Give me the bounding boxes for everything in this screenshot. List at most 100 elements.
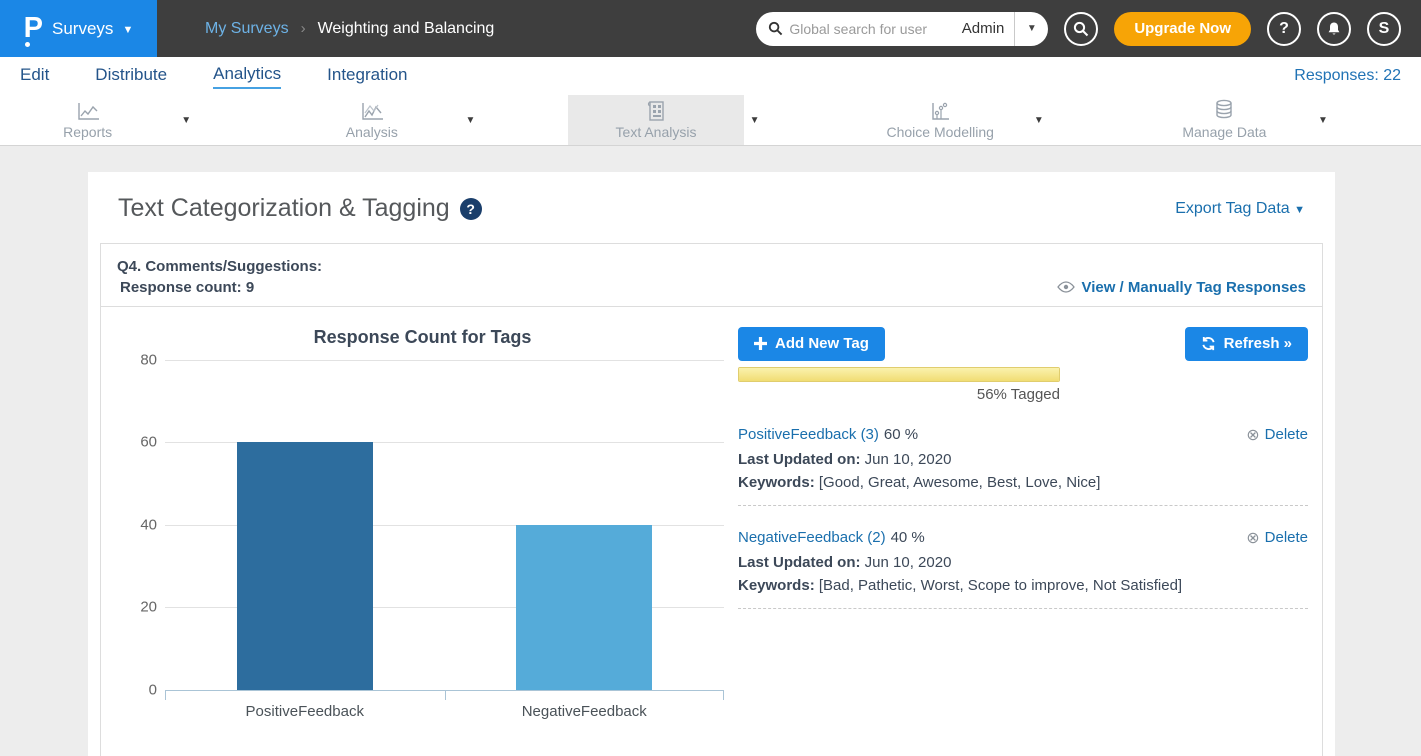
database-icon <box>1212 100 1236 122</box>
advanced-search-button[interactable] <box>1064 12 1098 46</box>
chevron-down-icon: ▼ <box>122 24 133 36</box>
tag-name-link[interactable]: NegativeFeedback (2) <box>738 529 886 546</box>
search-icon <box>768 21 783 36</box>
y-axis-tick: 20 <box>140 599 157 616</box>
response-count: Response count: 9 <box>117 279 322 296</box>
tag-keywords: Keywords: [Good, Great, Awesome, Best, L… <box>738 474 1308 491</box>
subnav-analysis-label: Analysis <box>346 124 398 140</box>
add-new-tag-button[interactable]: Add New Tag <box>738 327 885 361</box>
subnav-manage-data[interactable]: Manage Data <box>1137 95 1312 145</box>
text-analysis-dropdown-icon[interactable]: ▼ <box>744 95 766 145</box>
subnav-text-analysis[interactable]: Text Analysis <box>568 95 743 145</box>
y-axis-tick: 60 <box>140 434 157 451</box>
y-axis-tick: 0 <box>149 681 157 698</box>
questionpro-logo-icon: P <box>24 14 43 43</box>
tagged-progress-bar <box>738 367 1060 382</box>
help-button[interactable]: ? <box>1267 12 1301 46</box>
product-name: Surveys <box>52 19 113 39</box>
analysis-chart-icon <box>359 100 385 122</box>
subnav-reports[interactable]: Reports <box>0 95 175 145</box>
tag-keywords: Keywords: [Bad, Pathetic, Worst, Scope t… <box>738 577 1308 594</box>
analysis-dropdown-icon[interactable]: ▼ <box>459 95 481 145</box>
search-scope-label: Admin <box>958 20 1015 37</box>
reports-dropdown-icon[interactable]: ▼ <box>175 95 197 145</box>
view-manually-tag-link[interactable]: View / Manually Tag Responses <box>1057 279 1306 296</box>
panel-header: Text Categorization & Tagging ? Export T… <box>88 172 1335 243</box>
subnav-choice-modelling-label: Choice Modelling <box>887 124 994 140</box>
eye-icon <box>1057 281 1075 293</box>
tag-percent: 60 % <box>884 426 918 443</box>
product-switcher[interactable]: P Surveys ▼ <box>0 0 157 57</box>
subnav-analysis[interactable]: Analysis <box>284 95 459 145</box>
help-tooltip-icon[interactable]: ? <box>460 198 482 220</box>
tag-name-link[interactable]: PositiveFeedback (3) <box>738 426 879 443</box>
bar-NegativeFeedback[interactable] <box>516 525 652 690</box>
chevron-down-icon: ▼ <box>1294 204 1305 216</box>
header-actions: Admin ▼ Upgrade Now ? S <box>756 0 1421 57</box>
circled-x-icon: ⊗ <box>1246 528 1259 548</box>
delete-tag-button[interactable]: ⊗ Delete <box>1246 528 1308 548</box>
tagged-progress-fill <box>739 368 1059 381</box>
bar-PositiveFeedback[interactable] <box>237 442 373 690</box>
tag-updated: Last Updated on: Jun 10, 2020 <box>738 554 1308 571</box>
refresh-button[interactable]: Refresh » <box>1185 327 1308 361</box>
delete-tag-button[interactable]: ⊗ Delete <box>1246 425 1308 445</box>
tag-percent: 40 % <box>891 529 925 546</box>
user-avatar[interactable]: S <box>1367 12 1401 46</box>
tab-edit[interactable]: Edit <box>20 65 49 88</box>
bell-icon <box>1326 21 1342 37</box>
bar-chart: Response Count for Tags 020406080 Positi… <box>121 321 724 720</box>
avatar-letter: S <box>1379 20 1390 38</box>
question-title: Q4. Comments/Suggestions: <box>117 256 322 279</box>
export-tag-data-button[interactable]: Export Tag Data ▼ <box>1175 200 1305 218</box>
subnav-text-analysis-label: Text Analysis <box>616 124 697 140</box>
subnav-choice-modelling[interactable]: Choice Modelling <box>853 95 1028 145</box>
breadcrumb-separator-icon: › <box>301 20 306 37</box>
document-grid-icon <box>645 100 667 122</box>
search-input[interactable] <box>783 21 957 37</box>
plus-icon <box>754 337 767 350</box>
scatter-chart-icon <box>927 100 953 122</box>
responses-count[interactable]: Responses: 22 <box>1294 67 1401 85</box>
x-axis-label: PositiveFeedback <box>165 691 445 720</box>
tab-analytics[interactable]: Analytics <box>213 64 281 89</box>
gridline <box>165 360 724 361</box>
chart-xlabels: PositiveFeedbackNegativeFeedback <box>165 691 724 720</box>
tab-distribute[interactable]: Distribute <box>95 65 167 88</box>
breadcrumb: My Surveys › Weighting and Balancing <box>205 0 494 57</box>
subnav-reports-label: Reports <box>63 124 112 140</box>
x-axis-label: NegativeFeedback <box>445 691 725 720</box>
content-area: Text Categorization & Tagging ? Export T… <box>0 146 1421 756</box>
breadcrumb-current: Weighting and Balancing <box>318 20 495 38</box>
question-card: Q4. Comments/Suggestions: Response count… <box>100 243 1323 756</box>
search-scope-dropdown[interactable]: ▼ <box>1014 12 1048 46</box>
global-search[interactable]: Admin ▼ <box>756 12 1048 46</box>
primary-nav: Edit Distribute Analytics Integration Re… <box>0 57 1421 95</box>
subnav-manage-data-label: Manage Data <box>1182 124 1266 140</box>
manage-data-dropdown-icon[interactable]: ▼ <box>1312 95 1334 145</box>
y-axis-tick: 40 <box>140 516 157 533</box>
breadcrumb-my-surveys[interactable]: My Surveys <box>205 20 289 38</box>
chart-column: Response Count for Tags 020406080 Positi… <box>101 321 738 756</box>
search-icon <box>1073 21 1089 37</box>
refresh-icon <box>1201 336 1216 351</box>
chart-yticks: 020406080 <box>121 360 165 691</box>
question-body: Response Count for Tags 020406080 Positi… <box>101 307 1322 756</box>
top-header: P Surveys ▼ My Surveys › Weighting and B… <box>0 0 1421 57</box>
circled-x-icon: ⊗ <box>1246 425 1259 445</box>
tag-entry-positive: PositiveFeedback (3) 60 % ⊗ Delete Last … <box>738 425 1308 506</box>
page-title: Text Categorization & Tagging <box>118 194 450 223</box>
notifications-button[interactable] <box>1317 12 1351 46</box>
line-chart-icon <box>75 100 101 122</box>
tag-entry-negative: NegativeFeedback (2) 40 % ⊗ Delete Last … <box>738 528 1308 609</box>
chart-plot <box>165 360 724 691</box>
question-header: Q4. Comments/Suggestions: Response count… <box>101 244 1322 307</box>
tab-integration[interactable]: Integration <box>327 65 407 88</box>
choice-modelling-dropdown-icon[interactable]: ▼ <box>1028 95 1050 145</box>
tagged-percent-label: 56% Tagged <box>738 386 1060 403</box>
text-tagging-panel: Text Categorization & Tagging ? Export T… <box>88 172 1335 756</box>
chart-title: Response Count for Tags <box>121 321 724 360</box>
tag-controls-column: Add New Tag Refresh » 56% Tagged <box>738 321 1308 756</box>
question-mark-icon: ? <box>1279 20 1289 38</box>
upgrade-now-button[interactable]: Upgrade Now <box>1114 12 1251 46</box>
